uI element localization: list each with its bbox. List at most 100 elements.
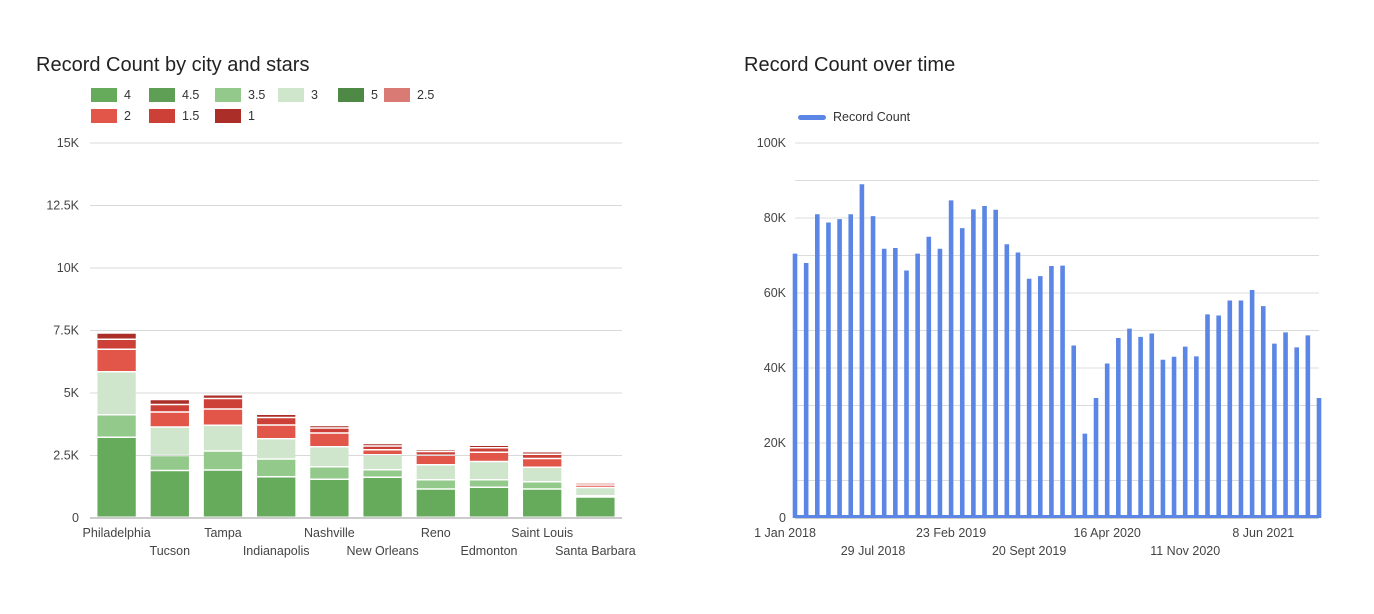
bar[interactable] xyxy=(948,200,954,518)
bar[interactable] xyxy=(803,263,809,518)
bar-segment[interactable] xyxy=(203,409,243,425)
bar-segment[interactable] xyxy=(469,488,509,517)
bar[interactable] xyxy=(959,228,965,518)
bar-segment[interactable] xyxy=(257,415,296,417)
bar[interactable] xyxy=(1205,314,1210,518)
bar-segment[interactable] xyxy=(469,448,509,452)
bar-segment[interactable] xyxy=(363,478,402,517)
bar[interactable] xyxy=(1283,332,1288,518)
bar-segment[interactable] xyxy=(523,452,562,454)
bar-segment[interactable] xyxy=(257,477,296,517)
bar[interactable] xyxy=(971,209,976,518)
bar[interactable] xyxy=(982,206,987,518)
bar[interactable] xyxy=(1249,290,1255,518)
bar[interactable] xyxy=(837,219,842,518)
bar[interactable] xyxy=(1071,345,1077,519)
bar-segment[interactable] xyxy=(203,395,243,398)
bar-segment[interactable] xyxy=(150,405,189,412)
bar[interactable] xyxy=(1171,356,1177,518)
bar[interactable] xyxy=(1160,359,1166,518)
bar[interactable] xyxy=(1272,343,1277,518)
bar-segment[interactable] xyxy=(257,425,296,438)
bar-segment[interactable] xyxy=(310,467,349,479)
bar[interactable] xyxy=(1004,244,1010,518)
bar-segment[interactable] xyxy=(469,453,509,461)
bar-segment[interactable] xyxy=(469,480,509,487)
bar-segment[interactable] xyxy=(257,439,296,459)
bar-segment[interactable] xyxy=(416,465,455,480)
bar-segment[interactable] xyxy=(416,456,455,464)
bar-segment[interactable] xyxy=(523,489,562,517)
bar-segment[interactable] xyxy=(97,438,136,517)
bar-segment[interactable] xyxy=(257,418,296,425)
bar[interactable] xyxy=(1015,252,1021,519)
bar-segment[interactable] xyxy=(310,428,349,433)
bar[interactable] xyxy=(915,253,920,518)
bar[interactable] xyxy=(1305,335,1311,518)
bar[interactable] xyxy=(814,214,820,518)
bar-segment[interactable] xyxy=(97,350,136,371)
bar-segment[interactable] xyxy=(363,444,402,446)
bar[interactable] xyxy=(1182,346,1188,518)
bar-segment[interactable] xyxy=(576,488,615,495)
bar[interactable] xyxy=(1026,278,1032,518)
bar-segment[interactable] xyxy=(203,470,243,517)
bar[interactable] xyxy=(826,222,831,519)
bar-segment[interactable] xyxy=(416,450,455,451)
bar-segment[interactable] xyxy=(97,340,136,349)
bar-segment[interactable] xyxy=(523,459,562,467)
bar-segment[interactable] xyxy=(363,446,402,449)
bar-segment[interactable] xyxy=(203,426,243,451)
bar[interactable] xyxy=(870,216,876,518)
bar-segment[interactable] xyxy=(416,489,455,517)
bar-segment[interactable] xyxy=(310,480,349,517)
bar-segment[interactable] xyxy=(523,482,562,489)
bar[interactable] xyxy=(1260,306,1266,518)
bar-segment[interactable] xyxy=(363,455,402,470)
bar-segment[interactable] xyxy=(416,480,455,489)
bar-segment[interactable] xyxy=(363,470,402,477)
bar[interactable] xyxy=(926,236,932,518)
bar[interactable] xyxy=(1116,338,1121,518)
bar[interactable] xyxy=(1194,356,1199,518)
bar-segment[interactable] xyxy=(310,433,349,446)
bar-segment[interactable] xyxy=(523,468,562,481)
bar-segment[interactable] xyxy=(97,333,136,339)
bar[interactable] xyxy=(893,248,898,518)
bar-segment[interactable] xyxy=(469,446,509,447)
bar-segment[interactable] xyxy=(310,426,349,428)
bar-segment[interactable] xyxy=(576,485,615,487)
bar[interactable] xyxy=(1082,433,1088,518)
bar-segment[interactable] xyxy=(150,427,189,455)
bar[interactable] xyxy=(1104,363,1110,519)
bar-segment[interactable] xyxy=(469,462,509,479)
bar-segment[interactable] xyxy=(257,459,296,476)
bar[interactable] xyxy=(1037,276,1043,518)
bar[interactable] xyxy=(1149,333,1155,519)
bar-segment[interactable] xyxy=(150,471,189,517)
bar-segment[interactable] xyxy=(363,450,402,455)
bar[interactable] xyxy=(1316,398,1322,518)
bar[interactable] xyxy=(1138,336,1143,518)
bar[interactable] xyxy=(1216,315,1221,519)
bar[interactable] xyxy=(1294,347,1300,518)
bar-segment[interactable] xyxy=(150,412,189,427)
bar-segment[interactable] xyxy=(416,452,455,455)
bar[interactable] xyxy=(848,214,854,518)
bar-segment[interactable] xyxy=(576,497,615,517)
bar[interactable] xyxy=(1093,398,1099,518)
bar-segment[interactable] xyxy=(203,399,243,409)
bar-segment[interactable] xyxy=(97,372,136,415)
bar-segment[interactable] xyxy=(97,415,136,437)
bar[interactable] xyxy=(1127,328,1132,518)
bar-segment[interactable] xyxy=(523,455,562,458)
bar[interactable] xyxy=(1238,300,1244,519)
bar-segment[interactable] xyxy=(150,400,189,404)
bar[interactable] xyxy=(859,184,865,518)
bar-segment[interactable] xyxy=(150,456,189,470)
bar[interactable] xyxy=(1060,265,1065,518)
bar[interactable] xyxy=(792,253,798,518)
bar[interactable] xyxy=(993,209,998,518)
bar[interactable] xyxy=(904,270,909,519)
bar-segment[interactable] xyxy=(576,483,615,485)
